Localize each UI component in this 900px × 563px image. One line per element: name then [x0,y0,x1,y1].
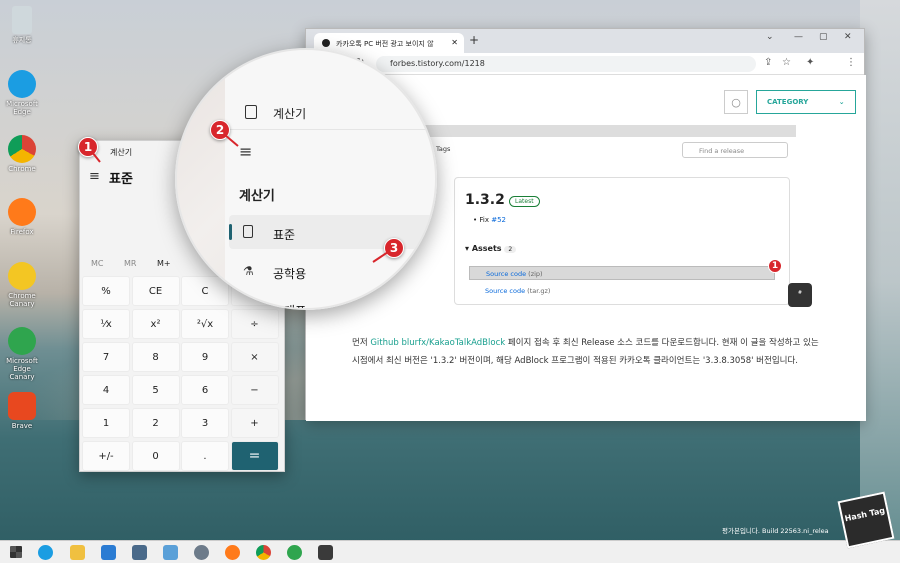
hashtag-logo: Hash Tag [837,491,895,549]
firefox-icon[interactable] [225,545,240,560]
annotation-arrows [91,134,389,263]
folder-icon[interactable] [70,545,85,560]
edge-icon[interactable] [38,545,53,560]
taskbar [0,540,900,563]
settings-icon[interactable] [194,545,209,560]
chrome-icon[interactable] [256,545,271,560]
calculator-icon[interactable] [318,545,333,560]
notepad-icon[interactable] [163,545,178,560]
network-icon[interactable] [132,545,147,560]
build-watermark: 평가본입니다. Build 22563.ni_relea [722,527,829,535]
mail-icon[interactable] [101,545,116,560]
edge-canary-icon[interactable] [287,545,302,560]
start-icon[interactable] [10,546,22,558]
